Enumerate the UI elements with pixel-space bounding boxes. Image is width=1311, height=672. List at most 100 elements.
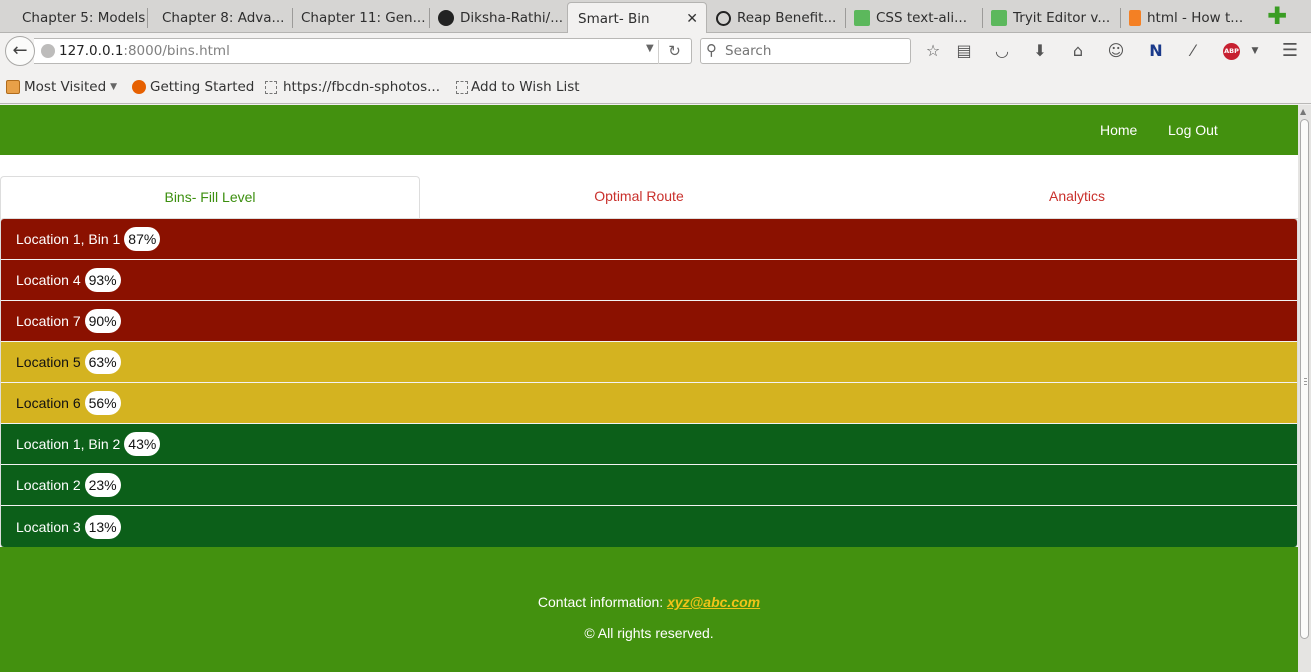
contact-email-link[interactable]: xyz@abc.com: [667, 594, 760, 610]
fill-level-badge: 63%: [84, 350, 121, 374]
search-icon: ⚲: [706, 41, 717, 59]
bin-row[interactable]: Location 7 90%: [1, 301, 1297, 342]
browser-tab-title: Chapter 11: Gen...: [301, 10, 426, 26]
browser-tab[interactable]: Diksha-Rathi/...: [430, 3, 568, 33]
search-bar[interactable]: ⚲: [700, 38, 911, 64]
chat-icon[interactable]: ☺: [1105, 41, 1127, 63]
bin-row[interactable]: Location 4 93%: [1, 260, 1297, 301]
home-link[interactable]: Home: [1100, 122, 1137, 138]
bookmark-wish-list[interactable]: Add to Wish List: [456, 79, 580, 95]
bin-row[interactable]: Location 3 13%: [1, 506, 1297, 547]
browser-tab[interactable]: CSS text-ali...: [846, 3, 983, 33]
reload-icon[interactable]: ↻: [658, 40, 690, 64]
bookmark-label: Add to Wish List: [471, 79, 580, 95]
fill-level-badge: 90%: [84, 309, 121, 333]
bin-row[interactable]: Location 2 23%: [1, 465, 1297, 506]
copyright-text: © All rights reserved.: [584, 625, 714, 641]
grip-icon: [1304, 378, 1307, 379]
url-path: :8000/bins.html: [123, 43, 230, 59]
scroll-up-icon[interactable]: ▲: [1300, 107, 1306, 116]
pocket-icon[interactable]: ◡: [991, 41, 1013, 63]
browser-tab[interactable]: html - How t...: [1121, 3, 1259, 33]
browser-tab-strip: Chapter 5: Models Chapter 8: Adva... Cha…: [0, 0, 1311, 34]
reading-list-icon[interactable]: ▤: [953, 41, 975, 63]
bin-list: Location 1, Bin 1 87% Location 4 93% Locatio…: [0, 218, 1298, 548]
browser-tab[interactable]: Tryit Editor v...: [983, 3, 1121, 33]
w3schools-icon: [854, 10, 870, 26]
browser-tab[interactable]: Chapter 8: Adva...: [148, 3, 293, 33]
browser-tab-title: Diksha-Rathi/...: [460, 10, 564, 26]
bin-name: Location 2: [16, 477, 81, 493]
logout-link[interactable]: Log Out: [1168, 122, 1218, 138]
tab-optimal-route[interactable]: Optimal Route: [420, 176, 858, 219]
back-button[interactable]: ←: [5, 36, 35, 66]
reap-icon: [716, 10, 731, 26]
wand-icon[interactable]: ⁄: [1182, 41, 1204, 63]
browser-tab-title: html - How t...: [1147, 10, 1244, 26]
url-text: 127.0.0.1:8000/bins.html: [59, 43, 230, 59]
close-tab-icon[interactable]: ✕: [678, 11, 698, 27]
github-icon: [438, 10, 454, 26]
bookmark-label: Getting Started: [150, 79, 255, 95]
contact-info: Contact information: xyz@abc.com: [0, 594, 1298, 610]
browser-tab-title: Chapter 8: Adva...: [162, 10, 285, 26]
contact-label: Contact information:: [537, 594, 664, 610]
bookmark-fbcdn[interactable]: https://fbcdn-sphotos...: [265, 79, 440, 95]
page-viewport: Home Log Out Bins- Fill Level Optimal Ro…: [0, 105, 1298, 672]
url-host: 127.0.0.1: [59, 43, 124, 59]
url-bar[interactable]: 127.0.0.1:8000/bins.html ▼ ↻: [34, 38, 692, 64]
stackoverflow-icon: [1129, 10, 1141, 26]
browser-tab[interactable]: Chapter 11: Gen...: [293, 3, 430, 33]
browser-tab-title: Smart- Bin: [578, 10, 650, 27]
bin-name: Location 4: [16, 272, 81, 288]
bin-row[interactable]: Location 6 56%: [1, 383, 1297, 424]
site-footer: Contact information: xyz@abc.com © All r…: [0, 547, 1298, 672]
arrow-left-icon: ←: [12, 40, 28, 61]
bin-name: Location 7: [16, 313, 81, 329]
adblock-icon[interactable]: ABP: [1223, 43, 1240, 60]
page-scrollbar[interactable]: ▲: [1298, 105, 1311, 672]
browser-tab[interactable]: Reap Benefit...: [708, 3, 846, 33]
fill-level-badge: 93%: [84, 268, 121, 292]
tab-bins-fill-level[interactable]: Bins- Fill Level: [0, 176, 420, 220]
bookmark-blank-icon: [456, 80, 468, 94]
chevron-down-icon: ▼: [110, 82, 118, 92]
home-icon[interactable]: ⌂: [1067, 41, 1089, 63]
bookmark-star-icon[interactable]: ☆: [922, 41, 944, 63]
fill-level-badge: 56%: [84, 391, 121, 415]
browser-tab[interactable]: Chapter 5: Models: [0, 3, 148, 33]
bookmark-getting-started[interactable]: Getting Started: [132, 79, 254, 95]
bin-row[interactable]: Location 5 63%: [1, 342, 1297, 383]
chevron-down-icon[interactable]: ▼: [1244, 41, 1266, 63]
firefox-icon: [132, 80, 146, 94]
globe-icon: [41, 44, 55, 58]
tab-analytics[interactable]: Analytics: [858, 176, 1296, 219]
browser-tab-title: Tryit Editor v...: [1013, 10, 1111, 26]
bin-name: Location 5: [16, 354, 81, 370]
fill-level-badge: 23%: [84, 473, 121, 497]
bookmark-label: https://fbcdn-sphotos...: [283, 79, 441, 95]
fill-level-badge: 13%: [84, 514, 121, 539]
bin-name: Location 3: [16, 518, 81, 535]
bin-name: Location 6: [16, 395, 81, 411]
fill-level-badge: 87%: [124, 227, 161, 251]
search-input[interactable]: [725, 42, 905, 60]
browser-tab-title: Chapter 5: Models: [22, 10, 146, 26]
browser-tab-active[interactable]: Smart- Bin ✕: [567, 2, 707, 34]
w3schools-icon: [991, 10, 1007, 26]
bookmark-most-visited[interactable]: Most Visited ▼: [6, 79, 117, 95]
chevron-down-icon[interactable]: ▼: [646, 43, 654, 54]
new-tab-icon[interactable]: ✚: [1266, 4, 1288, 28]
bookmarks-toolbar: Most Visited ▼ Getting Started https://f…: [0, 69, 1311, 104]
bin-row[interactable]: Location 1, Bin 1 87%: [1, 219, 1297, 260]
n-extension-icon[interactable]: N: [1145, 41, 1167, 63]
bin-row[interactable]: Location 1, Bin 2 43%: [1, 424, 1297, 465]
most-visited-icon: [6, 80, 20, 94]
bookmark-blank-icon: [265, 80, 277, 94]
downloads-icon[interactable]: ⬇: [1029, 41, 1051, 63]
scrollbar-thumb[interactable]: [1300, 119, 1309, 639]
section-tabs: Bins- Fill Level Optimal Route Analytics: [0, 176, 1298, 220]
menu-icon[interactable]: ☰: [1279, 41, 1301, 63]
bin-name: Location 1, Bin 2: [16, 436, 121, 452]
bookmark-label: Most Visited: [24, 79, 107, 95]
